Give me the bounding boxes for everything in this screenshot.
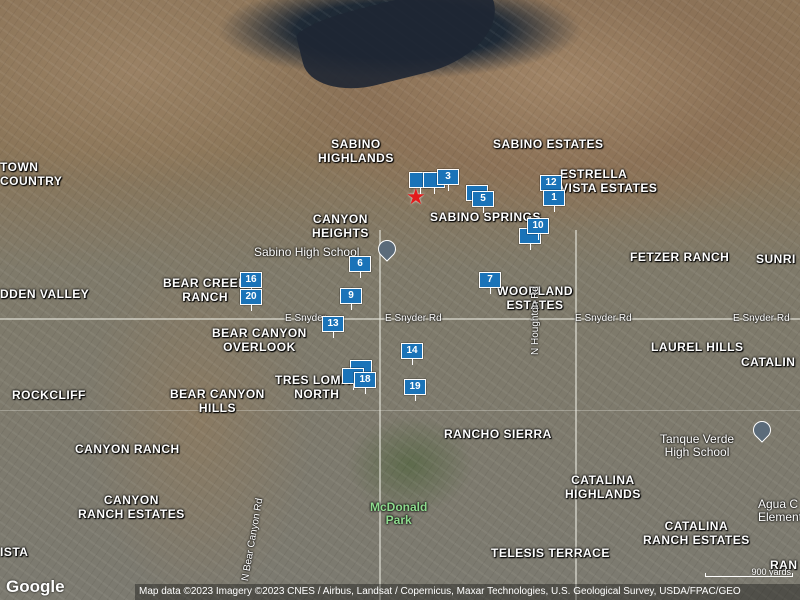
area-label-telesis-terrace: TELESIS TERRACE: [491, 546, 610, 560]
star-icon[interactable]: ★: [406, 186, 426, 208]
area-label-canyon-ranch-estates: CANYON RANCH ESTATES: [78, 493, 185, 521]
road-minor: [0, 410, 800, 411]
map-marker-19[interactable]: 19: [404, 379, 426, 401]
scale-line: [705, 573, 793, 577]
poi-agua-caliente-elementary[interactable]: Agua C Elementary: [758, 485, 800, 524]
satellite-map[interactable]: SABINO HIGHLANDS SABINO ESTATES ESTRELLA…: [0, 0, 800, 600]
map-marker-12[interactable]: 12: [540, 175, 562, 197]
area-label-sunrise: SUNRI: [756, 252, 796, 266]
road-label-e-snyder-rd: E Snyder Rd: [385, 313, 442, 324]
area-label-town-country: TOWN COUNTRY: [0, 160, 63, 188]
area-label-catalina-highlands: CATALINA HIGHLANDS: [565, 473, 641, 501]
road-sabino-canyon: [379, 230, 381, 600]
poi-label: McDonald Park: [370, 500, 428, 527]
poi-sabino-high-school[interactable]: Sabino High School: [254, 245, 359, 259]
map-marker-6[interactable]: 6: [349, 256, 371, 278]
area-label-catalina-ranch-estates: CATALINA RANCH ESTATES: [643, 519, 750, 547]
map-marker-7[interactable]: 7: [479, 272, 501, 294]
area-label-sabino-springs: SABINO SPRINGS: [430, 210, 542, 224]
area-label-vista: ISTA: [0, 545, 29, 559]
map-marker-20[interactable]: 20: [240, 289, 262, 311]
poi-tanque-verde-high-school[interactable]: Tanque Verde High School: [660, 420, 734, 459]
road-label-e-snyder-rd-far-east: E Snyder Rd: [733, 313, 790, 324]
area-label-rockcliff: ROCKCLIFF: [12, 388, 86, 402]
map-marker-14[interactable]: 14: [401, 343, 423, 365]
map-marker-18[interactable]: 18: [354, 372, 376, 394]
poi-label: Sabino High School: [254, 245, 360, 259]
area-label-bear-creek-ranch: BEAR CREEK RANCH: [163, 276, 248, 304]
road-label-e-snyder-rd-east: E Snyder Rd: [575, 313, 632, 324]
area-label-estrella-vista-estates: ESTRELLA VISTA ESTATES: [560, 167, 658, 195]
area-label-hidden-valley: DDEN VALLEY: [0, 287, 90, 301]
area-label-rancho-sierra: RANCHO SIERRA: [444, 427, 552, 441]
map-marker-3[interactable]: 3: [437, 169, 459, 191]
area-label-canyon-ranch: CANYON RANCH: [75, 442, 180, 456]
area-label-catalina: CATALIN: [741, 355, 796, 369]
map-marker-5[interactable]: 5: [472, 191, 494, 213]
road-label-n-houghton-rd: N Houghton Rd: [530, 286, 541, 355]
poi-mcdonald-park[interactable]: McDonald Park: [370, 488, 427, 527]
road-houghton: [575, 230, 577, 600]
map-marker-1[interactable]: 1: [543, 190, 565, 212]
map-marker-10[interactable]: 10: [527, 218, 549, 240]
area-label-bear-canyon-hills: BEAR CANYON HILLS: [170, 387, 265, 415]
poi-label: Agua C Elementary: [758, 497, 800, 524]
map-attribution[interactable]: Map data ©2023 Imagery ©2023 CNES / Airb…: [135, 584, 800, 600]
area-label-sabino-estates: SABINO ESTATES: [493, 137, 604, 151]
map-marker-9[interactable]: 9: [340, 288, 362, 310]
map-marker-13[interactable]: 13: [322, 316, 344, 338]
scale-bar[interactable]: 900 yards: [705, 567, 793, 577]
area-label-sabino-highlands: SABINO HIGHLANDS: [318, 137, 394, 165]
poi-label: Tanque Verde High School: [660, 432, 735, 459]
area-label-bear-canyon-overlook: BEAR CANYON OVERLOOK: [212, 326, 307, 354]
map-marker-16[interactable]: 16: [240, 272, 262, 294]
area-label-canyon-heights: CANYON HEIGHTS: [312, 212, 369, 240]
google-logo: Google: [6, 577, 65, 596]
area-label-laurel-hills: LAUREL HILLS: [651, 340, 744, 354]
area-label-fetzer-ranch: FETZER RANCH: [630, 250, 730, 264]
road-label-e-snyder: E Snyder: [285, 313, 327, 324]
